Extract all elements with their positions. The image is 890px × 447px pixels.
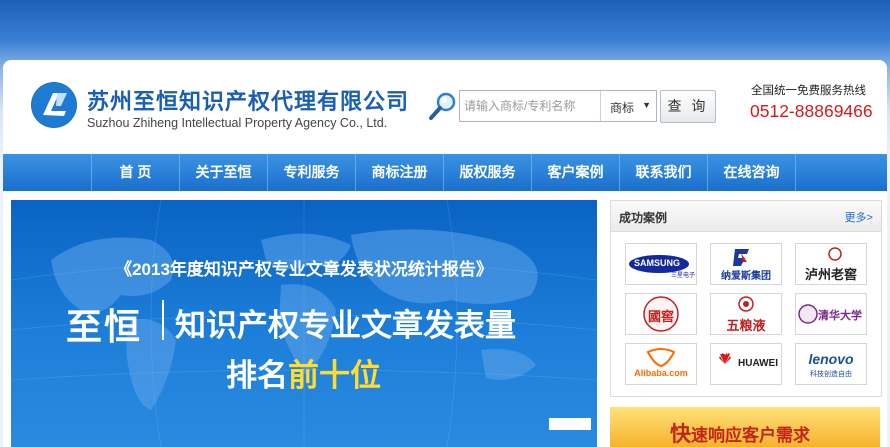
- nice-group-logo-text: 纳爱斯集团: [721, 271, 771, 282]
- guojiao-logo-text: 國窖: [647, 309, 674, 324]
- alibaba-logo-text: Alibaba.com: [634, 368, 688, 378]
- wuliangye-logo-text: 五粮液: [726, 318, 766, 333]
- quick-response-banner[interactable]: 快速响应客户需求: [610, 407, 880, 447]
- chevron-down-icon: ▼: [642, 100, 651, 110]
- banner-rank-highlight: 前十位: [288, 358, 381, 393]
- nav-divider: [795, 154, 796, 191]
- company-name-cn[interactable]: 苏州至恒知识产权代理有限公司: [87, 84, 409, 116]
- cases-title: 成功案例: [619, 211, 668, 225]
- lenovo-logo-sub: 科技创造自由: [810, 371, 852, 378]
- company-logo-icon[interactable]: [31, 82, 77, 128]
- company-name-en: Suzhou Zhiheng Intellectual Property Age…: [87, 116, 388, 130]
- banner-main-text: 知识产权专业文章发表量: [175, 308, 516, 343]
- hero-banner[interactable]: 《2013年度知识产权专业文章发表状况统计报告》 至恒 知识产权专业文章发表量 …: [11, 200, 597, 447]
- samsung-logo-sub: 三星电子: [670, 273, 695, 279]
- nav-item-cases[interactable]: 客户案例: [532, 154, 619, 191]
- hotline-label: 全国统一免费服务热线: [751, 85, 866, 97]
- magnifier-icon: [427, 90, 459, 122]
- banner-headline: 《2013年度知识产权专业文章发表状况统计报告》: [115, 260, 493, 279]
- promo-big-char: 快: [670, 423, 691, 446]
- banner-divider: [162, 300, 164, 340]
- banner-rank-text: 排名前十位: [226, 350, 381, 395]
- client-logo-guojiao[interactable]: 國窖: [625, 293, 697, 335]
- search-type-value: 商标: [610, 101, 635, 115]
- search-input[interactable]: [460, 91, 604, 121]
- nav-item-copyright[interactable]: 版权服务: [444, 154, 531, 191]
- alibaba-logo-icon: [646, 348, 676, 368]
- nav-item-patent[interactable]: 专利服务: [268, 154, 355, 191]
- success-cases-panel: 成功案例 更多> SAMSUNG 三星电子 纳爱斯集团 泸州老窖 國窖 五粮液 …: [610, 200, 882, 397]
- nav-item-contact[interactable]: 联系我们: [620, 154, 707, 191]
- luzhou-laojiao-logo-text: 泸州老窖: [804, 267, 857, 282]
- main-nav: 首 页 关于至恒 专利服务 商标注册 版权服务 客户案例 联系我们 在线咨询: [3, 154, 887, 191]
- huawei-logo-text: HUAWEI: [738, 358, 778, 369]
- samsung-logo-text: SAMSUNG: [633, 258, 680, 268]
- nav-item-consult[interactable]: 在线咨询: [708, 154, 795, 191]
- search-box: 商标 ▼: [459, 90, 657, 122]
- promo-rest-text: 速响应客户需求: [691, 426, 810, 445]
- client-logo-luzhou-laojiao[interactable]: 泸州老窖: [795, 243, 867, 285]
- search-type-select[interactable]: 商标 ▼: [600, 91, 657, 121]
- banner-brand: 至恒: [66, 306, 143, 347]
- cases-more-link[interactable]: 更多>: [845, 209, 873, 225]
- banner-pager-indicator[interactable]: [549, 418, 591, 430]
- client-logo-samsung[interactable]: SAMSUNG 三星电子: [625, 243, 697, 285]
- hotline-number: 0512-88869466: [750, 101, 873, 121]
- page: 苏州至恒知识产权代理有限公司 Suzhou Zhiheng Intellectu…: [3, 60, 887, 447]
- client-logo-tsinghua[interactable]: 清华大学: [795, 293, 867, 335]
- lenovo-logo-text: lenovo: [808, 351, 854, 367]
- client-logo-nice-group[interactable]: 纳爱斯集团: [710, 243, 782, 285]
- client-logo-wuliangye[interactable]: 五粮液: [710, 293, 782, 335]
- nav-item-home[interactable]: 首 页: [92, 154, 179, 191]
- tsinghua-logo-text: 清华大学: [818, 310, 862, 322]
- cases-header: 成功案例 更多>: [611, 201, 881, 232]
- nav-item-trademark[interactable]: 商标注册: [356, 154, 443, 191]
- client-logo-alibaba[interactable]: Alibaba.com: [625, 343, 697, 385]
- nav-item-about[interactable]: 关于至恒: [180, 154, 267, 191]
- banner-rank-prefix: 排名: [226, 358, 288, 393]
- client-logo-huawei[interactable]: HUAWEI: [710, 343, 782, 385]
- client-logo-lenovo[interactable]: lenovo 科技创造自由: [795, 343, 867, 385]
- search-button[interactable]: 查 询: [660, 90, 716, 123]
- promo-text: 快速响应客户需求: [670, 418, 810, 447]
